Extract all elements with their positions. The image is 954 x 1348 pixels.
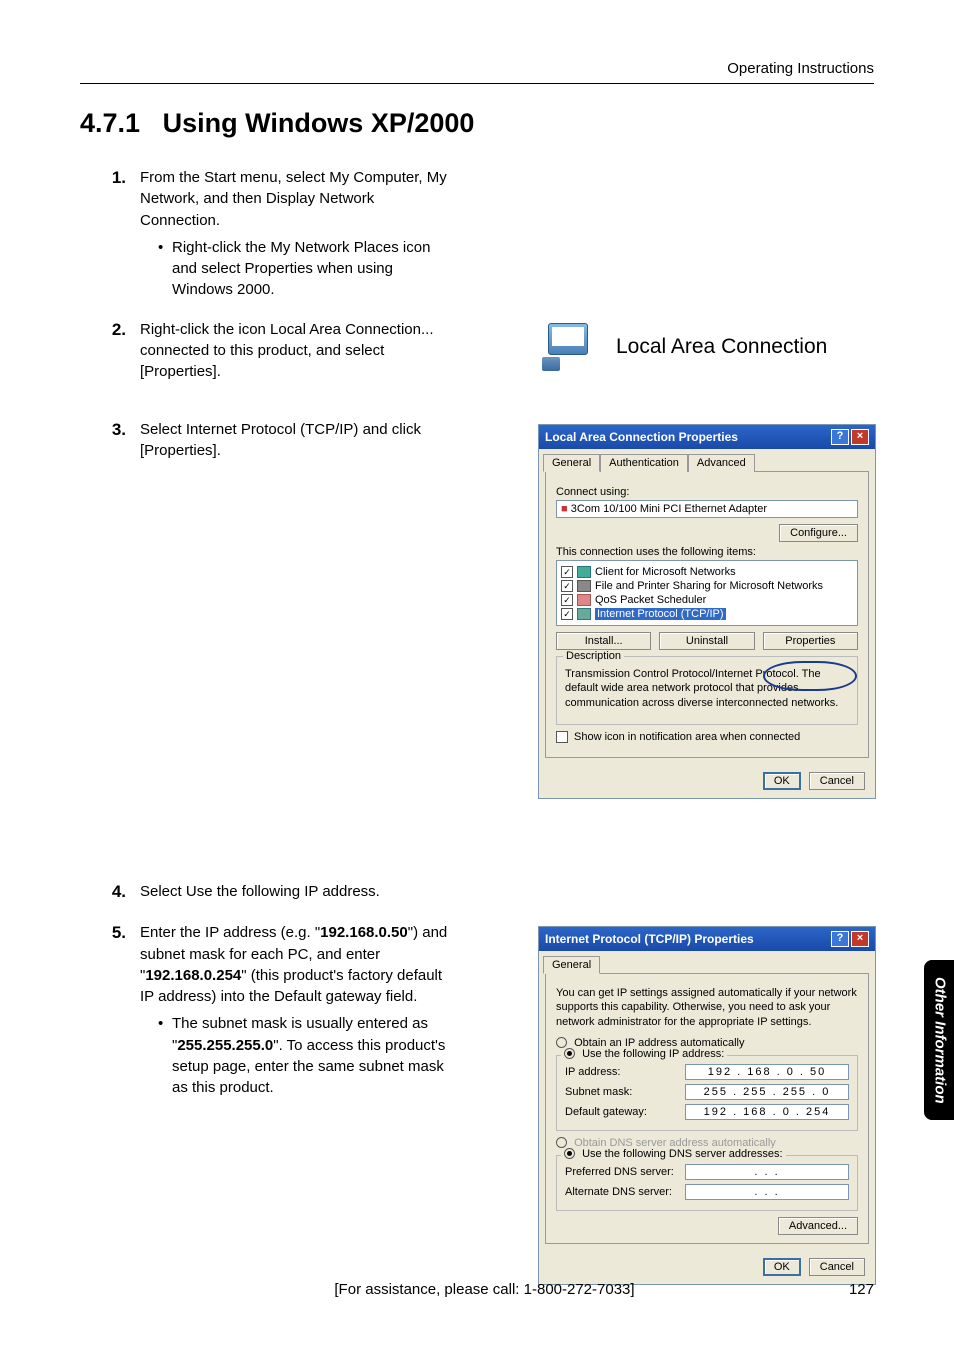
checkbox-icon[interactable] — [561, 566, 573, 578]
preferred-dns-label: Preferred DNS server: — [565, 1166, 685, 1178]
radio-obtain-auto[interactable] — [556, 1037, 567, 1048]
cancel-button[interactable]: Cancel — [809, 772, 865, 790]
alternate-dns-field[interactable]: . . . — [685, 1184, 849, 1200]
lac-icon — [536, 317, 596, 377]
uses-items-label: This connection uses the following items… — [556, 546, 858, 558]
section-title-text: Using Windows XP/2000 — [163, 108, 475, 138]
show-icon-label: Show icon in notification area when conn… — [574, 731, 800, 743]
radio-dns-auto — [556, 1137, 567, 1148]
preferred-dns-field[interactable]: . . . — [685, 1164, 849, 1180]
step-1-bullet-1: Right-click the My Network Places icon a… — [172, 237, 455, 301]
tcpip-icon — [577, 608, 591, 620]
qos-icon — [577, 594, 591, 606]
footer-assist-text: [For assistance, please call: 1-800-272-… — [120, 1281, 849, 1298]
tab-general[interactable]: General — [543, 454, 600, 472]
default-gateway-label: Default gateway: — [565, 1106, 685, 1118]
ip-address-label: IP address: — [565, 1066, 685, 1078]
help-icon[interactable]: ? — [831, 429, 849, 445]
subnet-mask-label: Subnet mask: — [565, 1086, 685, 1098]
step-5-num: 5. — [80, 922, 140, 1098]
opt-use-following-label: Use the following IP address: — [582, 1048, 724, 1060]
connect-using-label: Connect using: — [556, 486, 858, 498]
default-gateway-field[interactable]: 192 . 168 . 0 . 254 — [685, 1104, 849, 1120]
section-number: 4.7.1 — [80, 108, 140, 138]
description-text: Transmission Control Protocol/Internet P… — [565, 667, 849, 710]
ip-manual-group: Use the following IP address: IP address… — [556, 1055, 858, 1131]
adapter-field: ■ 3Com 10/100 Mini PCI Ethernet Adapter — [556, 500, 858, 518]
description-heading: Description — [563, 650, 624, 662]
step-1: 1. From the Start menu, select My Comput… — [80, 167, 874, 301]
lacp-dialog: Local Area Connection Properties ? × Gen… — [538, 424, 876, 799]
list-item[interactable]: QoS Packet Scheduler — [561, 593, 853, 607]
tcpip-dialog: Internet Protocol (TCP/IP) Properties ? … — [538, 926, 876, 1285]
tab-general[interactable]: General — [543, 956, 600, 974]
cancel-button[interactable]: Cancel — [809, 1258, 865, 1276]
lacp-titlebar: Local Area Connection Properties ? × — [539, 425, 875, 449]
step-5-bullet-1: The subnet mask is usually entered as "2… — [172, 1013, 455, 1098]
help-icon[interactable]: ? — [831, 931, 849, 947]
lac-icon-label: Local Area Connection — [616, 335, 827, 359]
section-title: 4.7.1 Using Windows XP/2000 — [80, 108, 874, 139]
network-client-icon — [577, 566, 591, 578]
step-1-num: 1. — [80, 167, 140, 301]
item-label: Internet Protocol (TCP/IP) — [595, 608, 726, 620]
configure-button[interactable]: Configure... — [779, 524, 858, 542]
dns-manual-group: Use the following DNS server addresses: … — [556, 1155, 858, 1211]
ok-button[interactable]: OK — [763, 772, 801, 790]
page-number: 127 — [849, 1281, 874, 1298]
checkbox-icon[interactable] — [561, 608, 573, 620]
item-label: Client for Microsoft Networks — [595, 566, 736, 578]
lacp-title: Local Area Connection Properties — [545, 430, 738, 444]
tcpip-titlebar: Internet Protocol (TCP/IP) Properties ? … — [539, 927, 875, 951]
opt-dns-manual-label: Use the following DNS server addresses: — [582, 1148, 783, 1160]
close-icon[interactable]: × — [851, 429, 869, 445]
step-5-text: Enter the IP address (e.g. "192.168.0.50… — [140, 924, 447, 1005]
radio-use-following[interactable] — [564, 1048, 575, 1059]
step-3-text: Select Internet Protocol (TCP/IP) and cl… — [140, 421, 421, 459]
bullet-dot: • — [158, 237, 172, 301]
lac-icon-figure: Local Area Connection — [536, 308, 876, 386]
close-icon[interactable]: × — [851, 931, 869, 947]
ok-button[interactable]: OK — [763, 1258, 801, 1276]
lacp-tabstrip: General Authentication Advanced — [539, 449, 875, 471]
step-4: 4. Select Use the following IP address. — [80, 881, 874, 904]
alternate-dns-label: Alternate DNS server: — [565, 1186, 685, 1198]
step-3-num: 3. — [80, 419, 140, 462]
connection-items-list: Client for Microsoft Networks File and P… — [556, 560, 858, 626]
radio-dns-manual[interactable] — [564, 1148, 575, 1159]
subnet-mask-field[interactable]: 255 . 255 . 255 . 0 — [685, 1084, 849, 1100]
step-4-text: Select Use the following IP address. — [140, 883, 380, 900]
uninstall-button[interactable]: Uninstall — [659, 632, 754, 650]
step-4-num: 4. — [80, 881, 140, 904]
list-item[interactable]: Internet Protocol (TCP/IP) — [561, 607, 853, 621]
show-icon-checkbox[interactable] — [556, 731, 568, 743]
checkbox-icon[interactable] — [561, 594, 573, 606]
tab-advanced[interactable]: Advanced — [688, 454, 755, 472]
bullet-dot: • — [158, 1013, 172, 1098]
page-footer: [For assistance, please call: 1-800-272-… — [80, 1281, 874, 1298]
tcpip-intro-text: You can get IP settings assigned automat… — [556, 986, 858, 1029]
ip-address-field[interactable]: 192 . 168 . 0 . 50 — [685, 1064, 849, 1080]
item-label: QoS Packet Scheduler — [595, 594, 706, 606]
checkbox-icon[interactable] — [561, 580, 573, 592]
header-rule — [80, 83, 874, 84]
list-item[interactable]: File and Printer Sharing for Microsoft N… — [561, 579, 853, 593]
install-button[interactable]: Install... — [556, 632, 651, 650]
tcpip-title: Internet Protocol (TCP/IP) Properties — [545, 932, 754, 946]
list-item[interactable]: Client for Microsoft Networks — [561, 565, 853, 579]
properties-button[interactable]: Properties — [763, 632, 858, 650]
step-2-text: Right-click the icon Local Area Connecti… — [140, 321, 434, 381]
step-2-num: 2. — [80, 319, 140, 383]
file-printer-icon — [577, 580, 591, 592]
step-1-text: From the Start menu, select My Computer,… — [140, 169, 447, 229]
item-label: File and Printer Sharing for Microsoft N… — [595, 580, 823, 592]
header-right-text: Operating Instructions — [80, 60, 874, 77]
tab-authentication[interactable]: Authentication — [600, 454, 688, 472]
side-tab: Other Information — [924, 960, 954, 1120]
adapter-name: 3Com 10/100 Mini PCI Ethernet Adapter — [571, 503, 767, 515]
advanced-button[interactable]: Advanced... — [778, 1217, 858, 1235]
description-group: Description Transmission Control Protoco… — [556, 656, 858, 725]
